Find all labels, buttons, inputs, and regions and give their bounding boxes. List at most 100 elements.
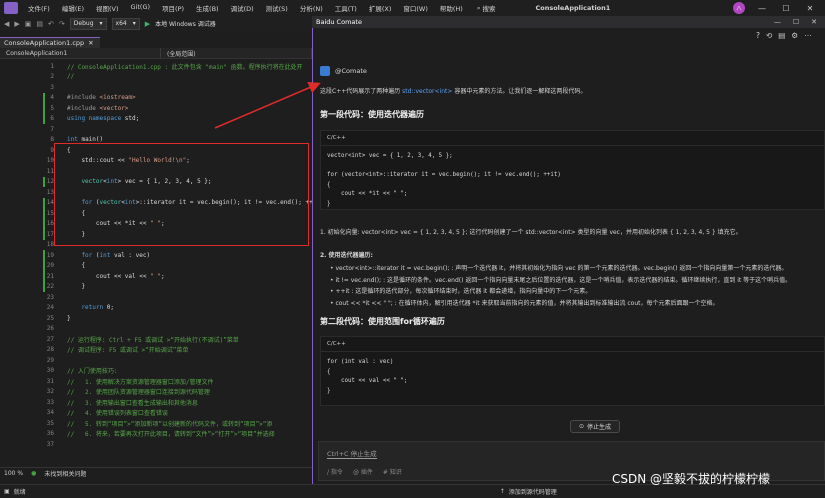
redo-icon[interactable]: ↷ [59,20,65,28]
navigate-forward-icon[interactable]: ▶ [14,20,19,28]
menu-item[interactable]: 生成(B) [190,3,225,13]
menu-item[interactable]: Git(G) [125,3,157,13]
code-text: // [67,73,75,81]
code-text: // 2. 使用团队资源管理器窗口连接到源代码管理 [67,389,210,397]
help-icon[interactable]: ? [756,31,760,40]
minimize-icon[interactable]: — [774,18,781,26]
code-line[interactable]: 30 // 入门使用技巧: [0,366,118,377]
gear-icon[interactable]: ⚙ [791,31,798,40]
more-icon[interactable]: ⋯ [804,31,812,40]
line-number: 1 [50,62,54,70]
code-text: } [67,314,71,322]
line-number: 12 [46,178,54,186]
zoom-level[interactable]: 100 % [4,470,23,477]
document-tab[interactable]: ConsoleApplication1.cpp ✕ [0,37,100,48]
editor-status: 100 % ● 未找到相关问题 [0,467,312,478]
close-icon[interactable]: ✕ [803,4,817,13]
navigate-back-icon[interactable]: ◀ [4,20,9,28]
maximize-icon[interactable]: ☐ [779,4,793,13]
line-number: 15 [46,209,54,217]
code-text: // ConsoleApplication1.cpp : 此文件包含 "main… [67,63,303,71]
minimize-icon[interactable]: — [755,4,769,13]
menu-item[interactable]: 文件(F) [22,3,56,13]
line-number: 19 [46,251,54,259]
document-icon[interactable]: ▤ [778,31,785,40]
code-editor[interactable]: 1 // ConsoleApplication1.cpp : 此文件包含 "mai… [0,59,312,462]
menu-items: 文件(F) 编辑(E) 视图(V) Git(G) 项目(P) 生成(B) 调试(D) 测试(S… [22,3,469,13]
code-line[interactable]: 26 [0,324,67,335]
code-line[interactable]: 33 // 3. 使用输出窗口查看生成输出和其他消息 [0,397,198,408]
code-line[interactable]: 35 // 5. 转到“项目”>“添加新项”以创建新的代码文件，或转到“项目”>“… [0,418,273,429]
stop-generation-button[interactable]: ⊙ 停止生成 [570,420,620,433]
scope-dropdown[interactable]: (全局范围) [161,48,312,58]
code-line[interactable]: 32 // 2. 使用团队资源管理器窗口连接到源代码管理 [0,387,210,398]
history-icon[interactable]: ⟲ [766,31,772,40]
menu-item[interactable]: 帮助(H) [434,3,469,13]
code-line[interactable]: 3 [0,82,67,93]
code-line[interactable]: 1 // ConsoleApplication1.cpp : 此文件包含 "mai… [0,61,303,72]
code-text: #include <vector> [67,104,129,112]
code-line[interactable]: 24 return 0; [0,303,114,314]
menu-item[interactable]: 编辑(E) [56,3,90,13]
code-line[interactable]: 4 #include <iostream> [0,93,136,104]
code-line[interactable]: 25} [0,313,71,324]
comate-toolbar: ? ⟲ ▤ ⚙ ⋯ [756,31,812,40]
code-text: #include <iostream> [67,94,136,102]
code-line[interactable]: 5 #include <vector> [0,103,128,114]
code-line[interactable]: 28 // 调试程序: F5 或调试 >“开始调试”菜单 [0,345,189,356]
line-number: 36 [46,430,54,438]
run-icon[interactable]: ▶ [145,20,150,28]
input-tool-button[interactable]: / 指令 [327,467,343,476]
change-marker [43,281,45,292]
code-text: // 3. 使用输出窗口查看生成输出和其他消息 [67,399,198,407]
change-marker [43,197,45,208]
input-tool-button[interactable]: # 知识 [383,467,402,476]
undo-icon[interactable]: ↶ [48,20,54,28]
code-line[interactable]: 36 // 6. 将来，若要再次打开此项目，请转到“文件”>“打开”>“项目”并选… [0,429,275,440]
avatar[interactable]: 八 [733,2,745,14]
menu-item[interactable]: 扩展(X) [363,3,398,13]
code-text: // 调试程序: F5 或调试 >“开始调试”菜单 [67,347,189,355]
code-line[interactable]: 21 cout << val << " "; [0,271,165,282]
platform-select[interactable]: x64 ▾ [111,17,140,30]
maximize-icon[interactable]: ☐ [793,18,799,26]
menu-item[interactable]: 调试(D) [225,3,260,13]
search-box[interactable]: ⌕ 搜索 [477,3,496,14]
change-marker [43,208,45,219]
code-line[interactable]: 19 for (int val : vec) [0,250,150,261]
menu-item[interactable]: 视图(V) [90,3,125,13]
close-tab-icon[interactable]: ✕ [88,39,93,47]
menu-item[interactable]: 工具(T) [329,3,363,13]
close-icon[interactable]: ✕ [811,18,817,26]
line-number: 29 [46,356,54,364]
code-text: // 1. 使用解决方案资源管理器窗口添加/管理文件 [67,378,214,386]
scope-dropdown-label: (全局范围) [166,50,196,58]
window-controls: 八 — ☐ ✕ [733,2,825,14]
issues-status[interactable]: 未找到相关问题 [44,469,86,478]
code-line[interactable]: 29 [0,355,67,366]
run-debugger-button[interactable]: 本地 Windows 调试器 [155,19,216,28]
save-icon[interactable]: ▤ [36,20,43,28]
input-tool-button[interactable]: @ 插件 [353,467,373,476]
code-line[interactable]: 31 // 1. 使用解决方案资源管理器窗口添加/管理文件 [0,376,214,387]
menu-item[interactable]: 分析(N) [294,3,329,13]
code-line[interactable]: 2 // [0,72,74,83]
line-number: 23 [46,293,54,301]
code-text: } [67,283,86,291]
menu-item[interactable]: 测试(S) [260,3,294,13]
code-line[interactable]: 23 [0,292,67,303]
line-number: 13 [46,188,54,196]
line-number: 33 [46,398,54,406]
project-dropdown[interactable]: ConsoleApplication1 [0,48,161,58]
source-control-button[interactable]: 添加到源代码管理 [509,487,557,496]
code-line[interactable]: 37 [0,439,67,450]
code-line[interactable]: 7 [0,124,67,135]
code-line[interactable]: 6 using namespace std; [0,114,139,125]
configuration-select[interactable]: Debug ▾ [69,17,107,30]
menu-item[interactable]: 项目(P) [156,3,190,13]
new-file-icon[interactable]: ▣ [25,20,32,28]
code-line[interactable]: 34 // 4. 使用错误列表窗口查看错误 [0,408,168,419]
line-number: 5 [50,104,54,112]
code-line[interactable]: 27 // 运行程序: Ctrl + F5 或调试 >“开始执行(不调试)”菜单 [0,334,239,345]
menu-item[interactable]: 窗口(W) [397,3,434,13]
